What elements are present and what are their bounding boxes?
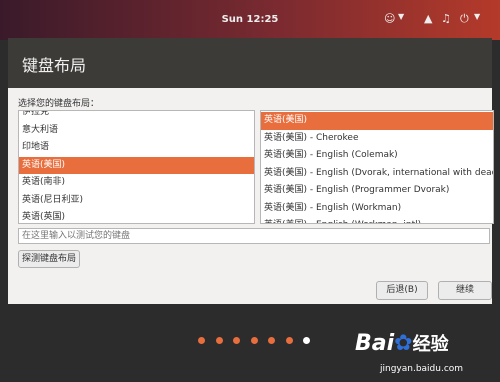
window-header: 键盘布局	[8, 38, 492, 88]
list-item[interactable]: 英语(南非)	[19, 174, 254, 192]
list-item[interactable]: 英语(美国)	[261, 112, 493, 130]
detect-layout-button[interactable]: 探测键盘布局	[18, 250, 80, 268]
network-icon[interactable]: ▲	[424, 12, 432, 25]
accessibility-icon[interactable]: ☺	[384, 12, 395, 25]
watermark-suffix: 经验	[412, 334, 449, 355]
progress-dot	[233, 337, 240, 344]
volume-icon[interactable]: ♫	[441, 12, 451, 25]
list-item[interactable]: 意大利语	[19, 122, 254, 140]
list-item[interactable]: 印地语	[19, 139, 254, 157]
progress-dot	[250, 337, 258, 344]
list-item[interactable]: 英语(美国) - English (Workman)	[261, 200, 493, 218]
power-icon[interactable]: ⏻	[460, 12, 469, 26]
list-item[interactable]: 英语(美国)	[19, 156, 254, 174]
back-button[interactable]: 后退(B)	[376, 281, 428, 300]
list-item[interactable]: 英语(英国)	[19, 209, 254, 223]
continue-button[interactable]: 继续	[438, 281, 492, 300]
layout-prompt: 选择您的键盘布局：	[18, 99, 100, 109]
list-item[interactable]: 英语(美国) - English (Colemak)	[261, 147, 493, 165]
progress-dot	[285, 337, 293, 344]
list-item[interactable]: 伊拉克	[19, 111, 254, 122]
progress-dot	[303, 337, 310, 344]
layout-list[interactable]: 伊拉克 意大利语 印地语 英语(美国) 英语(南非) 英语(尼日利亚) 英语(英国)	[18, 110, 255, 224]
progress-dot	[198, 337, 205, 344]
chevron-down-icon[interactable]: ▼	[398, 12, 404, 21]
watermark-logo: Bai✿经验	[355, 330, 449, 356]
progress-dot	[268, 337, 275, 344]
top-panel: Sun 12:25 ☺ ▼ ▲ ♫ ⏻ ▼	[0, 0, 500, 40]
installer-window: 键盘布局 选择您的键盘布局： 伊拉克 意大利语 印地语 英语(美国) 英语(南非) 英语(…	[8, 38, 494, 304]
watermark-url: jingyan.baidu.com	[380, 364, 464, 374]
paw-icon: ✿	[394, 331, 413, 356]
list-item[interactable]: 英语(美国) - English (Workman, intl)	[261, 217, 493, 223]
chevron-down-icon[interactable]: ▼	[474, 12, 480, 21]
list-item[interactable]: 英语(美国) - English (Programmer Dvorak)	[261, 182, 493, 200]
page-title: 键盘布局	[22, 56, 87, 75]
list-item[interactable]: 英语(尼日利亚)	[19, 192, 254, 210]
keyboard-test-input[interactable]	[18, 228, 490, 244]
watermark-brand: Bai	[355, 331, 395, 356]
list-item[interactable]: 英语(美国) - Cherokee	[261, 130, 493, 148]
variant-list[interactable]: 英语(美国) 英语(美国) - Cherokee 英语(美国) - English …	[260, 110, 494, 224]
list-item[interactable]: 英语(美国) - English (Dvorak, international …	[261, 165, 493, 183]
progress-dot	[215, 337, 223, 344]
